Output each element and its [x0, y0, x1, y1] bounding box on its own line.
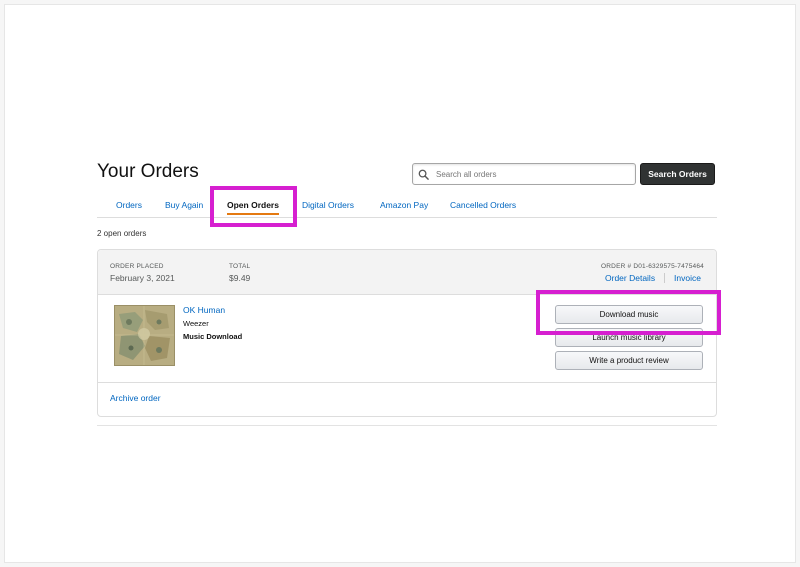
product-artist: Weezer: [183, 319, 209, 328]
write-review-button[interactable]: Write a product review: [555, 351, 703, 370]
order-card: ORDER PLACED February 3, 2021 TOTAL $9.4…: [97, 249, 721, 417]
product-title-link[interactable]: OK Human: [183, 305, 225, 315]
product-type: Music Download: [183, 332, 243, 341]
tab-buy-again[interactable]: Buy Again: [165, 200, 203, 210]
page-bottom-divider: [97, 425, 717, 426]
order-placed-date: February 3, 2021: [110, 273, 175, 283]
tab-orders[interactable]: Orders: [116, 200, 142, 210]
search-icon: [418, 167, 432, 181]
tab-cancelled-orders[interactable]: Cancelled Orders: [450, 200, 516, 210]
order-footer-divider: [98, 382, 716, 383]
search-orders-button[interactable]: Search Orders: [640, 163, 715, 185]
screenshot-frame: Your Orders Search Orders Orders Buy Aga…: [4, 4, 796, 563]
album-cover-image[interactable]: [114, 305, 175, 366]
order-total-label: TOTAL: [229, 263, 251, 270]
order-placed-label: ORDER PLACED: [110, 263, 164, 270]
search-box[interactable]: [412, 163, 636, 185]
open-orders-highlight: [210, 186, 297, 227]
search-input[interactable]: [432, 165, 635, 183]
order-details-link[interactable]: Order Details: [605, 273, 655, 283]
order-tabs: Orders Buy Again Open Orders Digital Ord…: [97, 193, 717, 218]
tab-amazon-pay[interactable]: Amazon Pay: [380, 200, 428, 210]
invoice-link[interactable]: Invoice: [674, 273, 701, 283]
link-divider: [664, 273, 665, 283]
archive-order-link[interactable]: Archive order: [110, 393, 161, 403]
page-title: Your Orders: [97, 161, 199, 182]
order-total-value: $9.49: [229, 273, 251, 283]
open-orders-count: 2 open orders: [97, 229, 147, 238]
tab-digital-orders[interactable]: Digital Orders: [302, 200, 354, 210]
order-number: ORDER # D01-6329575-7475464: [601, 263, 704, 270]
download-music-highlight: [536, 290, 721, 335]
order-header: ORDER PLACED February 3, 2021 TOTAL $9.4…: [98, 250, 716, 295]
